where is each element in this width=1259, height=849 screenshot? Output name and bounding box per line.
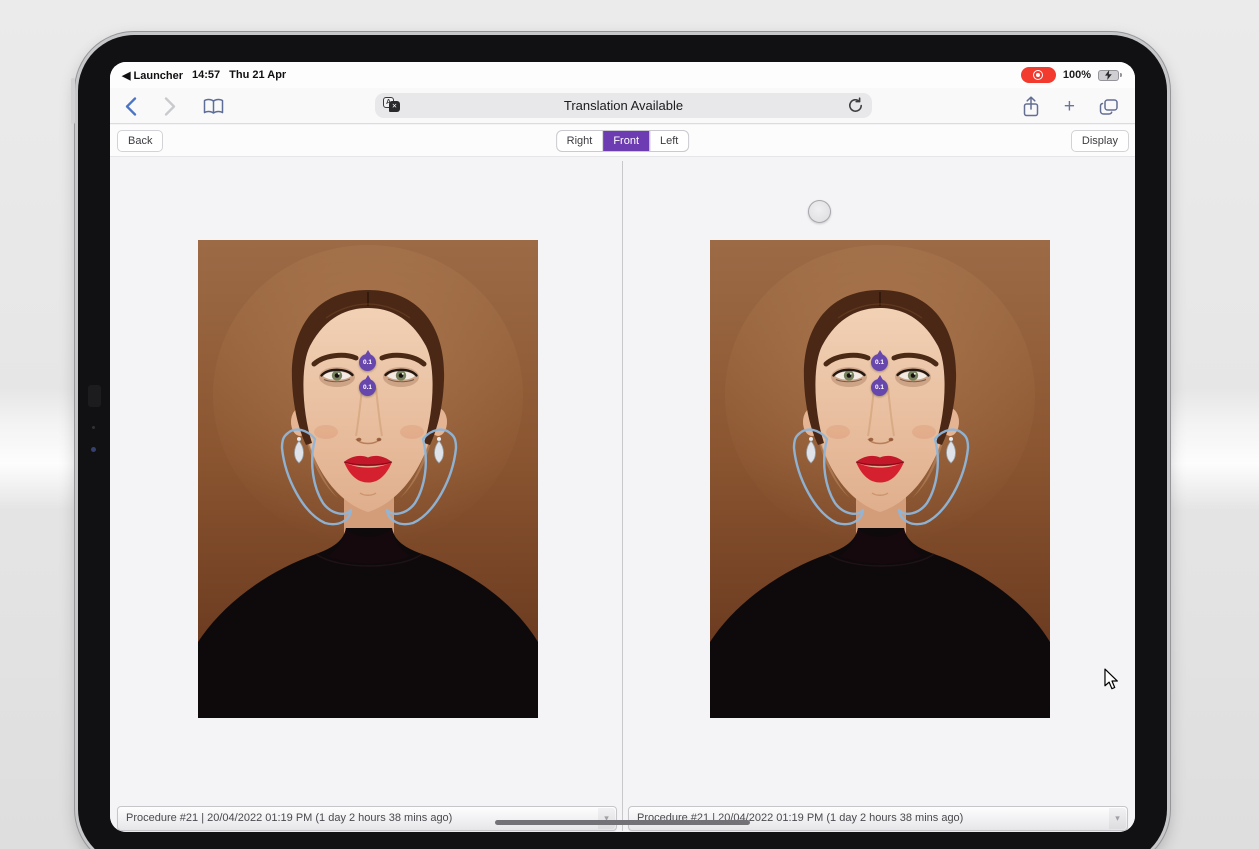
browser-forward-icon[interactable]	[164, 97, 176, 116]
status-time: 14:57	[192, 69, 220, 81]
app-toolbar: Back Right Front Left Display	[110, 125, 1135, 157]
status-bar: ◀ Launcher 14:57 Thu 21 Apr 100%	[110, 62, 1135, 88]
desktop-background: ◀ Launcher 14:57 Thu 21 Apr 100%	[0, 0, 1259, 849]
jawline-annotation-outlines	[710, 240, 1050, 718]
front-camera-module	[88, 385, 101, 407]
display-button[interactable]: Display	[1071, 130, 1129, 152]
injection-marker[interactable]: 0.1	[871, 379, 888, 396]
back-to-launcher-link[interactable]: ◀ Launcher	[122, 69, 183, 82]
segment-left[interactable]: Left	[650, 131, 688, 151]
chevron-down-icon: ▾	[598, 808, 615, 829]
segment-front[interactable]: Front	[603, 131, 650, 151]
injection-marker[interactable]: 0.1	[359, 354, 376, 371]
reading-list-book-icon[interactable]	[203, 98, 224, 116]
screen-recording-indicator[interactable]	[1021, 67, 1056, 83]
chevron-down-icon: ▾	[1109, 808, 1126, 829]
ipad-screen: ◀ Launcher 14:57 Thu 21 Apr 100%	[110, 62, 1135, 832]
record-icon	[1033, 70, 1043, 80]
injection-marker[interactable]: 0.1	[871, 354, 888, 371]
browser-back-icon[interactable]	[125, 97, 137, 116]
injection-marker[interactable]: 0.1	[359, 379, 376, 396]
address-bar[interactable]: A ✕ Translation Available	[375, 93, 872, 118]
procedure-select-value: Procedure #21 | 20/04/2022 01:19 PM (1 d…	[126, 812, 452, 824]
front-camera-lens	[91, 447, 96, 452]
tabs-icon[interactable]	[1099, 98, 1119, 116]
status-date: Thu 21 Apr	[229, 69, 286, 81]
comparison-area: 0.1 0.1 0.1 0.1 Procedure #21 | 20/04/20…	[110, 157, 1135, 832]
new-tab-icon[interactable]: +	[1064, 98, 1075, 116]
left-patient-photo[interactable]: 0.1 0.1	[198, 240, 538, 718]
panel-divider	[622, 161, 623, 831]
back-button[interactable]: Back	[117, 130, 163, 152]
segment-right[interactable]: Right	[557, 131, 604, 151]
ambient-sensor-dot	[92, 426, 95, 429]
view-segmented-control: Right Front Left	[556, 130, 690, 152]
home-indicator-bar[interactable]	[495, 820, 750, 825]
right-procedure-select[interactable]: Procedure #21 | 20/04/2022 01:19 PM (1 d…	[628, 806, 1128, 831]
share-icon[interactable]	[1022, 96, 1040, 117]
battery-percent: 100%	[1063, 69, 1091, 81]
reload-icon[interactable]	[847, 97, 864, 114]
mouse-cursor	[1103, 668, 1119, 691]
battery-charging-icon	[1098, 69, 1123, 81]
browser-toolbar: A ✕ Translation Available +	[110, 88, 1135, 124]
page-title: Translation Available	[375, 93, 872, 118]
side-button	[71, 78, 75, 124]
right-patient-photo[interactable]: 0.1 0.1	[710, 240, 1050, 718]
touch-pointer-indicator	[808, 200, 831, 223]
left-procedure-select[interactable]: Procedure #21 | 20/04/2022 01:19 PM (1 d…	[117, 806, 617, 831]
jawline-annotation-outlines	[198, 240, 538, 718]
